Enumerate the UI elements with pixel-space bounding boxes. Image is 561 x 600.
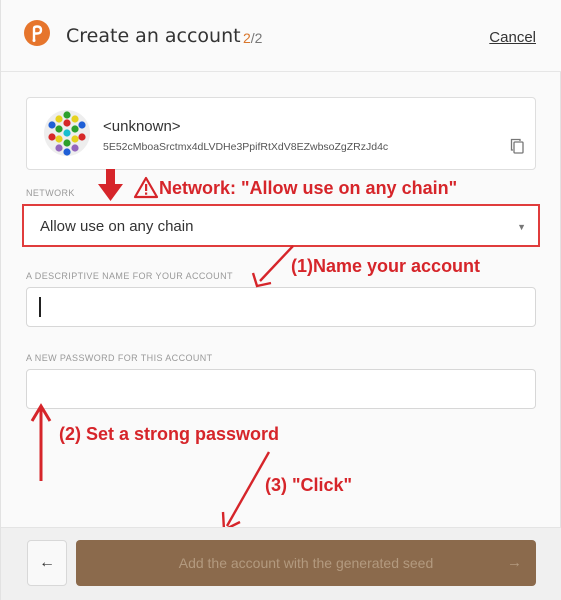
add-account-label: Add the account with the generated seed [178,555,434,571]
network-down-arrow [98,169,123,201]
arrow-right-icon: → [507,554,522,571]
footer: ← Add the account with the generated see… [1,527,561,600]
click-arrow [221,451,271,532]
name-annotation: (1)Name your account [291,256,481,276]
warning-icon [133,176,159,199]
add-account-button[interactable]: Add the account with the generated seed … [76,540,536,586]
password-annotation: (2) Set a strong password [59,424,280,444]
extension-window: Create an account 2/2 Cancel <unknown> 5… [0,0,561,600]
name-arrow [251,245,294,288]
arrow-left-icon: ← [39,554,55,571]
password-arrow [30,403,52,481]
network-annotation: Network: "Allow use on any chain" [159,178,458,198]
click-annotation: (3) "Click" [265,475,353,495]
back-button[interactable]: ← [27,540,67,586]
annotation-arrows [30,169,294,532]
